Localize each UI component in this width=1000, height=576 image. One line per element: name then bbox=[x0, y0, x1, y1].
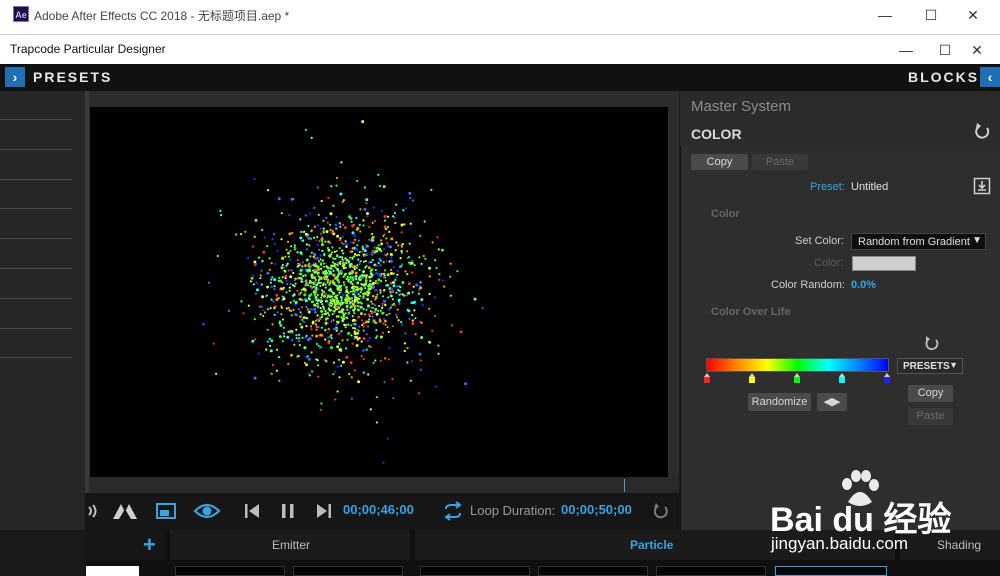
preset-list-divider bbox=[0, 238, 72, 239]
designer-title-bar: Trapcode Particular Designer — ☐ ✕ bbox=[0, 34, 1000, 64]
color-random-label: Color Random: bbox=[771, 279, 845, 291]
color-over-life-label: Color Over Life bbox=[711, 306, 791, 318]
particle-thumbnail-selected[interactable] bbox=[775, 566, 887, 576]
preset-list-divider bbox=[0, 149, 72, 150]
color-group-label: Color bbox=[711, 208, 740, 220]
presets-sidebar bbox=[0, 91, 86, 530]
blocks-header-label[interactable]: BLOCKS bbox=[908, 69, 979, 85]
preset-list-divider bbox=[0, 298, 72, 299]
presets-header-label[interactable]: PRESETS bbox=[33, 69, 112, 85]
ae-minimize-button[interactable]: — bbox=[862, 0, 908, 30]
gradient-copy-button[interactable]: Copy bbox=[908, 385, 953, 402]
timeline-playhead[interactable] bbox=[624, 479, 625, 492]
set-color-dropdown[interactable]: Random from Gradient ▼ bbox=[851, 233, 986, 250]
particle-thumbnail[interactable] bbox=[420, 566, 530, 576]
particle-preview-viewport[interactable] bbox=[90, 107, 668, 477]
color-label: Color: bbox=[814, 257, 844, 269]
loop-duration-label: Loop Duration: bbox=[470, 503, 556, 518]
preset-value: Untitled bbox=[851, 181, 889, 193]
color-over-life-gradient[interactable] bbox=[706, 358, 889, 372]
loop-duration-value[interactable]: 00;00;50;00 bbox=[561, 502, 632, 517]
reset-gradient-icon[interactable] bbox=[924, 335, 940, 356]
loop-icon[interactable] bbox=[442, 500, 464, 522]
timeline-scrub-bar[interactable] bbox=[89, 477, 679, 493]
set-color-label: Set Color: bbox=[795, 235, 844, 247]
screen-fit-icon[interactable] bbox=[154, 500, 178, 522]
add-system-button[interactable]: + bbox=[143, 532, 156, 558]
gradient-stop-swatch[interactable] bbox=[794, 377, 800, 383]
watermark-url: jingyan.baidu.com bbox=[771, 534, 909, 553]
eye-visibility-icon[interactable] bbox=[193, 500, 221, 522]
gradient-presets-dropdown[interactable]: PRESETS ▼ bbox=[897, 358, 963, 374]
preset-list-divider bbox=[0, 357, 72, 358]
copy-block-button[interactable]: Copy bbox=[691, 154, 748, 170]
particle-cloud bbox=[201, 120, 484, 464]
master-system-title: Master System bbox=[691, 98, 792, 115]
emitter-thumbnail[interactable] bbox=[293, 566, 403, 576]
gradient-stop-swatch[interactable] bbox=[839, 377, 845, 383]
gradient-paste-button[interactable]: Paste bbox=[908, 408, 953, 425]
gradient-stop-swatch[interactable] bbox=[884, 377, 890, 383]
gradient-stop-swatch[interactable] bbox=[704, 377, 710, 383]
particle-thumbnail[interactable] bbox=[656, 566, 766, 576]
ae-close-button[interactable]: ✕ bbox=[950, 0, 996, 30]
ae-window-title: Adobe After Effects CC 2018 - 无标题项目.aep … bbox=[34, 9, 290, 23]
designer-window-title: Trapcode Particular Designer bbox=[10, 42, 166, 56]
color-block-title: COLOR bbox=[691, 126, 742, 142]
reset-loop-icon[interactable] bbox=[652, 500, 670, 522]
randomize-button[interactable]: Randomize bbox=[748, 393, 811, 411]
aspect-ratio-icon[interactable] bbox=[111, 500, 139, 522]
system-thumbnail[interactable] bbox=[86, 566, 139, 576]
paste-block-button[interactable]: Paste bbox=[752, 154, 808, 170]
presets-toggle-arrow-icon[interactable]: › bbox=[5, 67, 25, 87]
tab-emitter-label: Emitter bbox=[272, 538, 311, 552]
tab-particle-label: Particle bbox=[630, 538, 674, 552]
gradient-stop-swatch[interactable] bbox=[749, 377, 755, 383]
save-preset-icon[interactable] bbox=[973, 177, 991, 200]
set-color-dropdown-value: Random from Gradient bbox=[858, 236, 970, 248]
audio-icon[interactable] bbox=[86, 500, 100, 522]
after-effects-app-icon: Ae bbox=[13, 6, 29, 22]
blocks-toggle-arrow-icon[interactable]: ‹ bbox=[980, 67, 1000, 87]
reset-block-icon[interactable] bbox=[974, 122, 992, 145]
ae-title-bar: Ae Adobe After Effects CC 2018 - 无标题项目.a… bbox=[0, 0, 1000, 30]
skip-to-start-icon[interactable] bbox=[242, 500, 262, 522]
color-swatch[interactable] bbox=[852, 256, 916, 271]
chevron-down-icon: ▼ bbox=[972, 235, 982, 246]
particle-thumbnail[interactable] bbox=[538, 566, 648, 576]
preset-list-divider bbox=[0, 268, 72, 269]
ae-maximize-button[interactable]: ☐ bbox=[908, 0, 954, 30]
current-time-display[interactable]: 00;00;46;00 bbox=[343, 502, 414, 517]
preset-list-divider bbox=[0, 208, 72, 209]
emitter-thumbnail[interactable] bbox=[175, 566, 285, 576]
chevron-down-icon: ▼ bbox=[949, 360, 958, 370]
pause-icon[interactable] bbox=[278, 500, 298, 522]
gradient-presets-label: PRESETS bbox=[903, 361, 950, 372]
skip-to-end-icon[interactable] bbox=[314, 500, 334, 522]
preset-list-divider bbox=[0, 179, 72, 180]
preset-list-divider bbox=[0, 119, 72, 120]
preset-list-divider bbox=[0, 328, 72, 329]
preset-label: Preset: bbox=[810, 181, 845, 193]
designer-close-button[interactable]: ✕ bbox=[954, 35, 1000, 65]
gradient-shift-icon[interactable]: ◀▶ bbox=[817, 393, 847, 411]
designer-header: › PRESETS BLOCKS ‹ bbox=[0, 64, 1000, 92]
color-random-value[interactable]: 0.0% bbox=[851, 279, 876, 291]
